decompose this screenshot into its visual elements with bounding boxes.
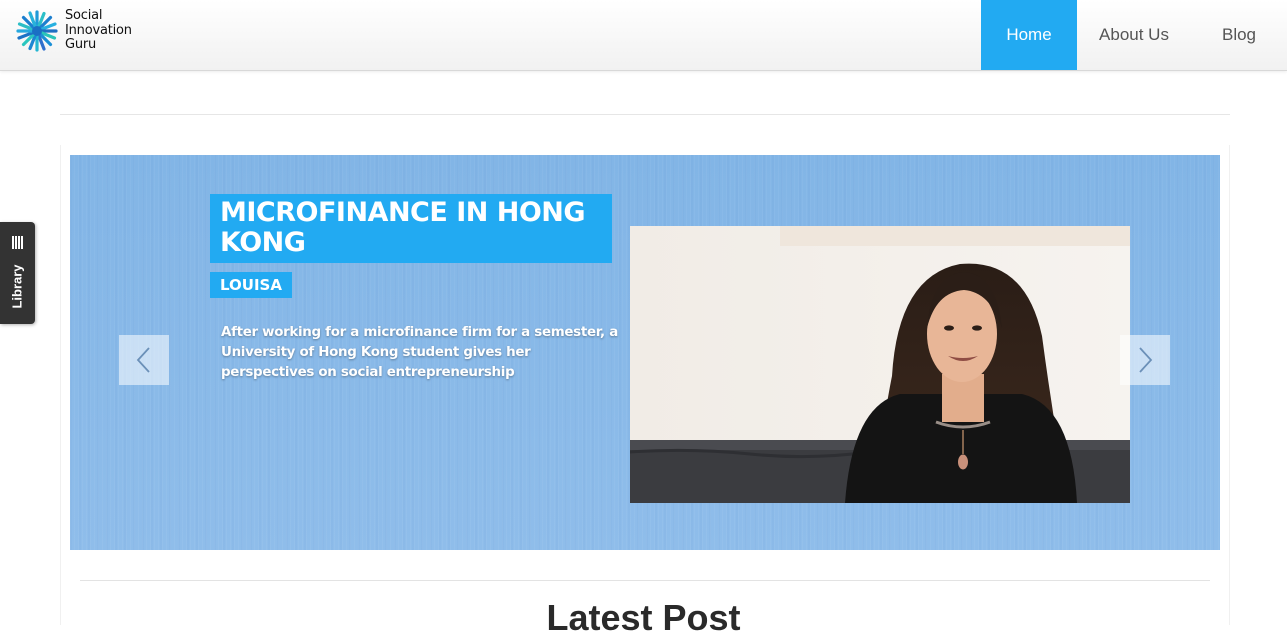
chevron-right-icon xyxy=(1139,347,1153,373)
logo-line: Guru xyxy=(65,37,97,52)
section-divider xyxy=(80,580,1210,581)
starburst-logo-icon xyxy=(16,10,58,52)
slide-title[interactable]: MICROFINANCE IN HONG KONG xyxy=(210,194,612,263)
logo-line: Innovation xyxy=(65,22,132,38)
slide-author-badge: LOUISA xyxy=(210,272,292,298)
slide-description: After working for a microfinance firm fo… xyxy=(221,325,618,380)
site-header: Social Innovation Guru Home About Us Blo… xyxy=(0,0,1287,71)
nav-item-about-us[interactable]: About Us xyxy=(1077,0,1191,70)
main-nav: Home About Us Blog xyxy=(981,0,1287,70)
nav-item-home[interactable]: Home xyxy=(981,0,1077,70)
latest-post-heading: Latest Post xyxy=(546,597,741,638)
slide-video-thumbnail[interactable] xyxy=(630,226,1130,503)
site-logo-text: Social Innovation Guru xyxy=(65,8,132,53)
slider-prev-button[interactable] xyxy=(119,335,169,385)
library-books-icon xyxy=(12,236,23,249)
chevron-left-icon xyxy=(136,347,150,373)
library-tab-label: Library xyxy=(9,264,25,309)
logo-line: Social xyxy=(65,8,103,23)
featured-slider: MICROFINANCE IN HONG KONG LOUISA After w… xyxy=(70,155,1220,550)
content-panel-edge xyxy=(1229,145,1230,625)
slider-next-button[interactable] xyxy=(1120,335,1170,385)
top-divider xyxy=(60,114,1230,115)
nav-item-blog[interactable]: Blog xyxy=(1191,0,1287,70)
site-logo[interactable]: Social Innovation Guru xyxy=(16,8,166,59)
content-panel-edge xyxy=(60,145,61,625)
library-tab[interactable]: Library xyxy=(0,222,35,324)
speaker-photo xyxy=(630,226,1130,503)
